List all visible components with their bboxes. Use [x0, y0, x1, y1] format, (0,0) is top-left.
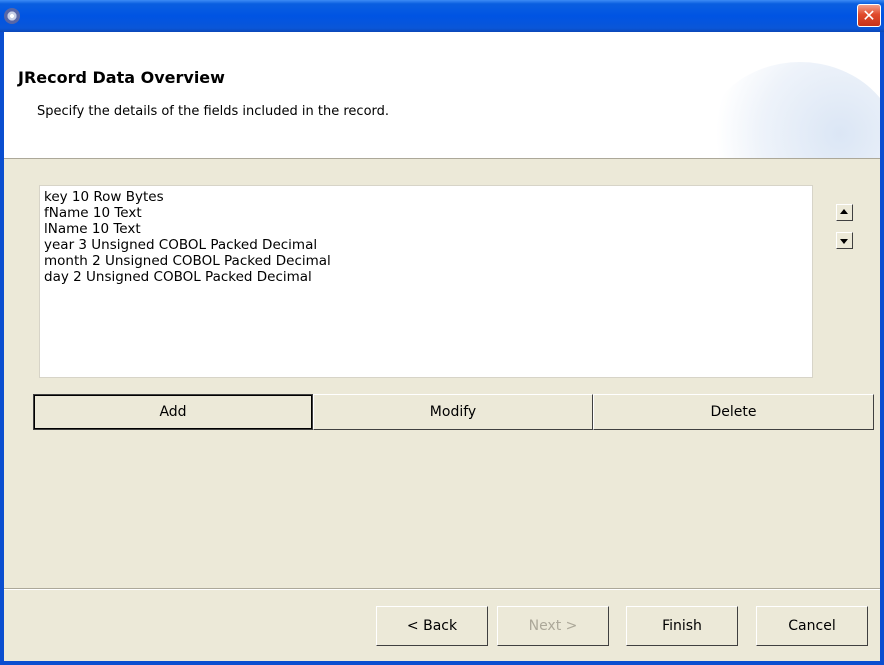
move-down-button[interactable]	[836, 232, 853, 249]
banner-decoration	[700, 62, 880, 158]
list-item[interactable]: fName 10 Text	[44, 205, 808, 221]
finish-button[interactable]: Finish	[626, 606, 738, 646]
list-item[interactable]: day 2 Unsigned COBOL Packed Decimal	[44, 269, 808, 285]
list-item[interactable]: lName 10 Text	[44, 221, 808, 237]
fields-list[interactable]: key 10 Row Bytes fName 10 Text lName 10 …	[39, 185, 813, 378]
next-button[interactable]: Next >	[497, 606, 609, 646]
page-description: Specify the details of the fields includ…	[37, 104, 390, 119]
window-frame-right	[880, 32, 884, 665]
delete-button[interactable]: Delete	[593, 394, 874, 430]
page-title: JRecord Data Overview	[18, 68, 225, 87]
list-item[interactable]: year 3 Unsigned COBOL Packed Decimal	[44, 237, 808, 253]
list-item[interactable]: key 10 Row Bytes	[44, 189, 808, 205]
button-bar-separator	[4, 588, 880, 590]
add-button[interactable]: Add	[33, 394, 313, 430]
eclipse-icon	[4, 8, 20, 24]
arrow-up-icon	[840, 209, 848, 214]
list-item[interactable]: month 2 Unsigned COBOL Packed Decimal	[44, 253, 808, 269]
wizard-banner: JRecord Data Overview Specify the detail…	[4, 32, 880, 159]
close-button[interactable]: ✕	[857, 4, 881, 27]
window-frame-bottom	[0, 661, 884, 665]
cancel-button[interactable]: Cancel	[756, 606, 868, 646]
back-button[interactable]: < Back	[376, 606, 488, 646]
arrow-down-icon	[840, 239, 848, 244]
title-bar[interactable]: ✕	[0, 0, 884, 32]
modify-button[interactable]: Modify	[313, 394, 593, 430]
move-up-button[interactable]	[836, 204, 853, 221]
